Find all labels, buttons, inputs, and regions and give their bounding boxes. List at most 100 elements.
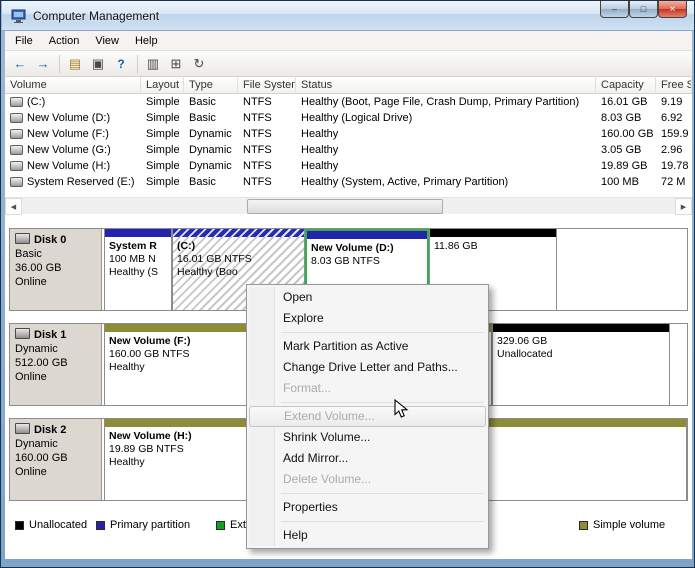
back-icon[interactable]: ← [9, 54, 31, 74]
disk-status: Online [15, 275, 96, 289]
menu-separator [281, 402, 484, 403]
menu-item-explore[interactable]: Explore [249, 308, 486, 329]
partition-size: 329.06 GB [497, 335, 547, 347]
column-free-space[interactable]: Free Sp [656, 77, 692, 93]
disk-2-label[interactable]: Disk 2 Dynamic 160.00 GB Online [10, 419, 102, 500]
menu-item-extend-volume: Extend Volume... [249, 406, 486, 427]
unallocated-swatch [15, 521, 24, 530]
column-status[interactable]: Status [296, 77, 596, 93]
scrollbar-thumb[interactable] [247, 199, 443, 214]
menu-item-change-drive-letter[interactable]: Change Drive Letter and Paths... [249, 357, 486, 378]
cell-capacity: 16.01 GB [596, 94, 656, 110]
cell-file-system: NTFS [238, 126, 296, 142]
cell-volume: New Volume (H:) [27, 160, 110, 172]
help-icon[interactable]: ? [110, 54, 132, 74]
menu-file[interactable]: File [7, 33, 41, 49]
menu-item-properties[interactable]: Properties [249, 497, 486, 518]
menu-item-mark-partition-active[interactable]: Mark Partition as Active [249, 336, 486, 357]
cell-type: Dynamic [184, 142, 238, 158]
simple-volume-swatch [579, 521, 588, 530]
partition-size: 19.89 GB NTFS [109, 443, 184, 455]
partition-size: 100 MB N [109, 253, 156, 265]
logical-drive-bar [307, 231, 427, 239]
show-console-tree-icon[interactable]: ▤ [64, 54, 86, 74]
disk-icon [15, 328, 30, 339]
cell-type: Basic [184, 174, 238, 190]
properties-icon[interactable]: ⊞ [165, 54, 187, 74]
table-row[interactable]: New Volume (H:) Simple Dynamic NTFS Heal… [5, 158, 692, 174]
partition-name: System R [109, 240, 157, 252]
disk-size: 160.00 GB [15, 451, 96, 465]
partition-size: 16.01 GB NTFS [177, 253, 252, 265]
cell-free: 72 M [656, 174, 692, 190]
window-title: Computer Management [33, 9, 159, 23]
cell-free: 6.92 [656, 110, 692, 126]
show-action-pane-icon[interactable]: ▣ [87, 54, 109, 74]
menu-item-help[interactable]: Help [249, 525, 486, 546]
cell-volume: New Volume (F:) [27, 128, 109, 140]
column-capacity[interactable]: Capacity [596, 77, 656, 93]
legend-simple-volume: Simple volume [579, 519, 665, 531]
volume-list-pane: Volume Layout Type File System Status Ca… [5, 77, 692, 197]
unallocated-space[interactable]: 329.06 GBUnallocated [492, 324, 670, 405]
volume-icon [10, 97, 23, 107]
forward-icon[interactable]: → [32, 54, 54, 74]
table-row[interactable]: New Volume (F:) Simple Dynamic NTFS Heal… [5, 126, 692, 142]
cell-free: 9.19 [656, 94, 692, 110]
column-volume[interactable]: Volume [5, 77, 141, 93]
partition-name: New Volume (D:) [311, 242, 394, 254]
table-row[interactable]: New Volume (D:) Simple Basic NTFS Health… [5, 110, 692, 126]
column-layout[interactable]: Layout [141, 77, 184, 93]
menu-item-add-mirror[interactable]: Add Mirror... [249, 448, 486, 469]
primary-partition-bar [173, 229, 304, 237]
menu-help[interactable]: Help [127, 33, 166, 49]
disk-0-label[interactable]: Disk 0 Basic 36.00 GB Online [10, 229, 102, 310]
disk-name: Disk 2 [34, 424, 66, 436]
cell-layout: Simple [141, 142, 184, 158]
partition-name: (C:) [177, 240, 195, 252]
partition-system-reserved[interactable]: System R100 MB NHealthy (S [104, 229, 172, 310]
toolbar-separator [59, 55, 60, 73]
menu-item-shrink-volume[interactable]: Shrink Volume... [249, 427, 486, 448]
close-button[interactable]: × [658, 1, 687, 18]
cell-type: Dynamic [184, 126, 238, 142]
cell-capacity: 160.00 GB [596, 126, 656, 142]
disk-name: Disk 0 [34, 234, 66, 246]
menu-action[interactable]: Action [41, 33, 88, 49]
cell-free: 19.78 [656, 158, 692, 174]
partition-status: Healthy [109, 361, 145, 373]
scroll-right-icon[interactable]: ▶ [675, 198, 692, 215]
cell-capacity: 3.05 GB [596, 142, 656, 158]
table-row[interactable]: (C:) Simple Basic NTFS Healthy (Boot, Pa… [5, 94, 692, 110]
table-row[interactable]: New Volume (G:) Simple Dynamic NTFS Heal… [5, 142, 692, 158]
app-icon [11, 8, 27, 27]
disk-icon [15, 233, 30, 244]
menu-item-open[interactable]: Open [249, 287, 486, 308]
cell-type: Basic [184, 110, 238, 126]
horizontal-scrollbar[interactable]: ◀ ▶ [5, 197, 692, 214]
partition-status: Healthy [109, 456, 145, 468]
refresh-icon[interactable]: ↻ [188, 54, 210, 74]
scroll-left-icon[interactable]: ◀ [5, 198, 22, 215]
column-file-system[interactable]: File System [238, 77, 296, 93]
context-menu: Open Explore Mark Partition as Active Ch… [246, 284, 489, 549]
cell-file-system: NTFS [238, 142, 296, 158]
menu-view[interactable]: View [87, 33, 127, 49]
maximize-button[interactable]: □ [629, 1, 658, 18]
column-type[interactable]: Type [184, 77, 238, 93]
export-list-icon[interactable]: ▥ [142, 54, 164, 74]
table-header: Volume Layout Type File System Status Ca… [5, 77, 692, 94]
disk-1-label[interactable]: Disk 1 Dynamic 512.00 GB Online [10, 324, 102, 405]
cell-status: Healthy (Logical Drive) [296, 110, 596, 126]
cell-status: Healthy [296, 158, 596, 174]
cell-layout: Simple [141, 158, 184, 174]
table-row[interactable]: System Reserved (E:) Simple Basic NTFS H… [5, 174, 692, 190]
minimize-button[interactable]: – [600, 1, 629, 18]
disk-kind: Basic [15, 247, 96, 261]
volume-icon [10, 129, 23, 139]
cell-layout: Simple [141, 110, 184, 126]
menu-separator [281, 521, 484, 522]
mouse-cursor [394, 399, 412, 422]
extended-partition-swatch [216, 521, 225, 530]
cell-status: Healthy [296, 142, 596, 158]
